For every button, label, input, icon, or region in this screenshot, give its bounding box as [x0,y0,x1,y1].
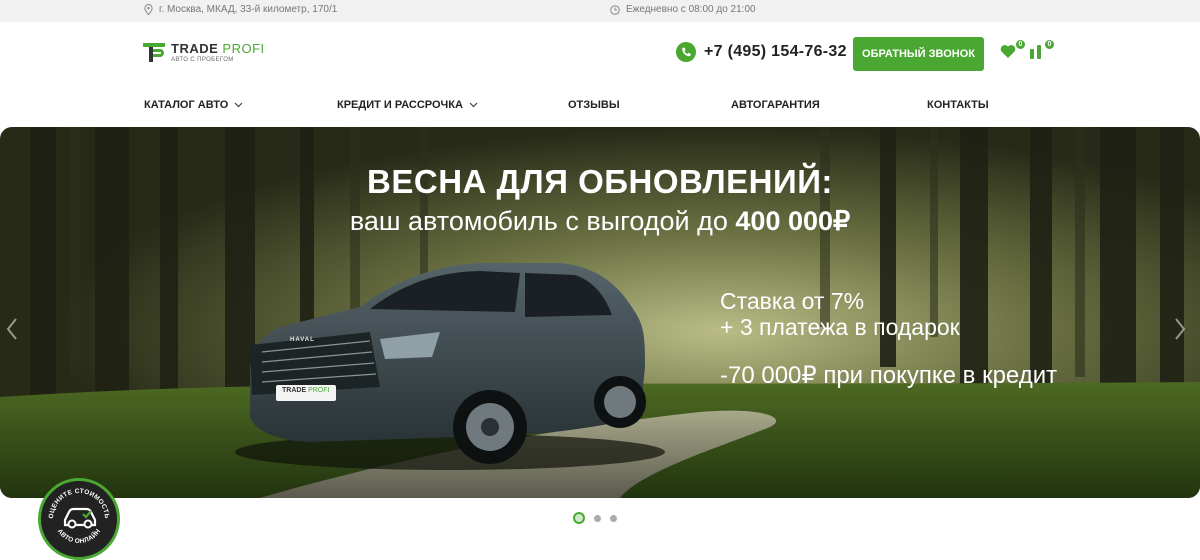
slider-prev-button[interactable] [2,314,22,344]
logo-tagline: АВТО С ПРОБЕГОМ [171,57,234,63]
slider-dot-3[interactable] [610,514,617,522]
nav-item-reviews[interactable]: ОТЗЫВЫ [568,99,620,111]
favorites-button[interactable]: 0 [1000,39,1026,64]
eval-widget-bottom-text: АВТО ОНЛАЙН [56,528,102,545]
heart-icon [1000,45,1016,58]
location-icon [144,4,153,15]
slider-pagination [573,512,617,524]
logo-name: TRADE PROFI [171,42,265,56]
svg-text:АВТО ОНЛАЙН: АВТО ОНЛАЙН [56,528,102,545]
plate-text-main: TRADE [282,387,307,394]
logo-mark-icon [143,43,165,62]
nav-item-label: КРЕДИТ И РАССРОЧКА [337,99,463,111]
hours-block: Ежедневно с 08:00 до 21:00 [610,4,756,15]
nav-item-label: ОТЗЫВЫ [568,99,620,111]
banner-offer-discount: -70 000₽ при покупке в кредит [720,362,1058,389]
car-evaluation-widget[interactable]: ОЦЕНИТЕ СТОИМОСТЬ АВТО ОНЛАЙН [38,478,120,560]
chevron-down-icon [234,102,243,108]
nav-item-warranty[interactable]: АВТОГАРАНТИЯ [731,99,820,111]
nav-item-label: КОНТАКТЫ [927,99,989,111]
plate-text-accent: PROFI [308,387,330,394]
nav-item-label: АВТОГАРАНТИЯ [731,99,820,111]
banner-subtitle: ваш автомобиль с выгодой до 400 000₽ [0,206,1200,237]
address-text: г. Москва, МКАД, 33-й километр, 170/1 [159,4,338,15]
chevron-down-icon [469,102,478,108]
banner-subtitle-text: ваш автомобиль с выгодой до [349,206,728,236]
arrow-left-icon [6,318,17,340]
compare-icon [1030,45,1041,59]
top-info-bar: г. Москва, МКАД, 33-й километр, 170/1 Еж… [0,0,1200,22]
main-nav: КАТАЛОГ АВТО КРЕДИТ И РАССРОЧКА ОТЗЫВЫ А… [0,86,1200,126]
nav-item-contacts[interactable]: КОНТАКТЫ [927,99,989,111]
phone-number[interactable]: +7 (495) 154-76-32 [704,43,847,61]
banner-offer-rate: Ставка от 7% [720,288,865,314]
logo-name-main: TRADE [171,41,219,56]
site-header: TRADE PROFI АВТО С ПРОБЕГОМ +7 (495) 154… [0,22,1200,86]
slider-next-button[interactable] [1170,314,1190,344]
car-icon [63,507,97,529]
hours-text: Ежедневно с 08:00 до 21:00 [626,4,756,15]
compare-button[interactable]: 0 [1029,39,1055,64]
banner-subtitle-amount: 400 000₽ [735,206,851,236]
nav-item-label: КАТАЛОГ АВТО [144,99,229,111]
arrow-right-icon [1175,318,1186,340]
favorites-count-badge: 0 [1015,39,1026,50]
compare-count-badge: 0 [1044,39,1055,50]
promo-banner[interactable]: HAVAL TRADE PROFI ВЕСНА ДЛЯ ОБНОВЛЕНИЙ: … [0,127,1200,498]
logo[interactable]: TRADE PROFI АВТО С ПРОБЕГОМ [143,42,265,65]
address-block: г. Москва, МКАД, 33-й километр, 170/1 [144,4,337,15]
phone-block[interactable]: +7 (495) 154-76-32 [676,42,847,62]
banner-offer-payments: + 3 платежа в подарок [720,314,960,340]
slider-dot-1[interactable] [573,512,585,524]
callback-button[interactable]: ОБРАТНЫЙ ЗВОНОК [853,37,984,71]
nav-item-credit[interactable]: КРЕДИТ И РАССРОЧКА [337,99,478,111]
slider-dot-2[interactable] [594,514,601,522]
phone-icon [676,42,696,62]
car-grille-text: HAVAL [290,337,315,343]
plate-text: TRADE PROFI [282,387,329,394]
clock-icon [610,4,620,15]
nav-item-catalog[interactable]: КАТАЛОГ АВТО [144,99,243,111]
logo-name-accent: PROFI [222,41,265,56]
banner-title: ВЕСНА ДЛЯ ОБНОВЛЕНИЙ: [367,163,833,200]
